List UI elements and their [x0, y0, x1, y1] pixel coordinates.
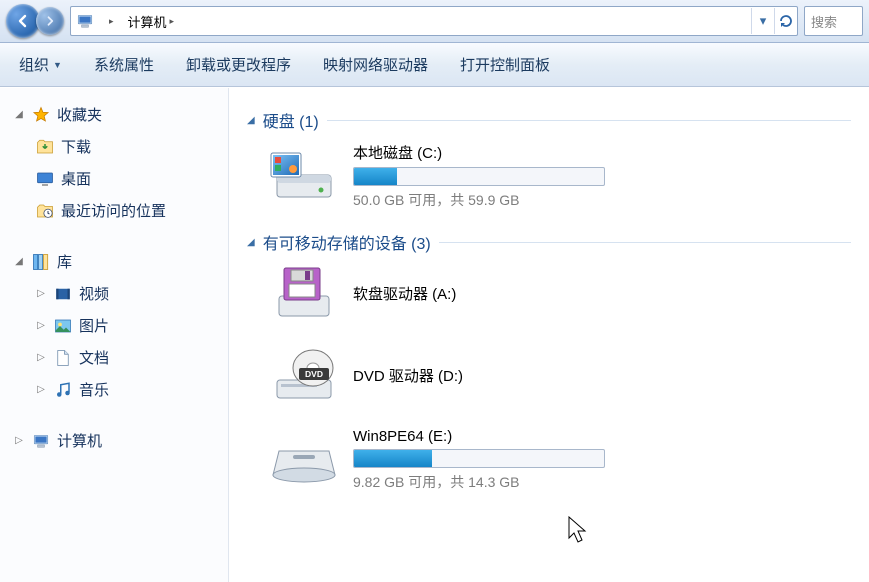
- drive-d[interactable]: DVD DVD 驱动器 (D:): [269, 346, 489, 404]
- sidebar-item-downloads[interactable]: 下载: [8, 131, 228, 162]
- breadcrumb-label: 计算机: [128, 12, 167, 31]
- back-button[interactable]: [6, 4, 40, 38]
- toolbar-system-properties[interactable]: 系统属性: [87, 51, 161, 78]
- forward-button[interactable]: [36, 7, 64, 35]
- drive-c[interactable]: 本地磁盘 (C:) 50.0 GB 可用，共 59.9 GB: [269, 142, 589, 210]
- breadcrumb-computer[interactable]: 计算机 ▸: [121, 7, 182, 35]
- collapse-icon[interactable]: ◢: [13, 109, 25, 120]
- removable-disk-icon: [269, 431, 339, 489]
- sidebar: ◢ 收藏夹 下载 桌面: [0, 88, 229, 582]
- breadcrumb-box[interactable]: ▸ 计算机 ▸ ▾: [70, 6, 798, 36]
- dvd-icon: DVD: [269, 346, 339, 404]
- hdd-icon: [269, 147, 339, 205]
- address-bar: ▸ 计算机 ▸ ▾ 搜索: [0, 0, 869, 43]
- group-header-hdd[interactable]: ◢ 硬盘 (1): [247, 108, 851, 132]
- search-input[interactable]: 搜索: [804, 6, 863, 36]
- group-header-removable[interactable]: ◢ 有可移动存储的设备 (3): [247, 230, 851, 254]
- drive-label: 本地磁盘 (C:): [353, 142, 605, 163]
- svg-text:DVD: DVD: [305, 369, 323, 379]
- computer-icon: [31, 431, 51, 451]
- search-placeholder: 搜索: [811, 12, 837, 31]
- documents-icon: [53, 348, 73, 368]
- drive-e[interactable]: Win8PE64 (E:) 9.82 GB 可用，共 14.3 GB: [269, 428, 589, 492]
- drive-usage-bar: [353, 449, 605, 468]
- sidebar-item-pictures[interactable]: ▷ 图片: [8, 310, 228, 341]
- content-pane: ◢ 硬盘 (1): [229, 88, 869, 582]
- collapse-icon[interactable]: ◢: [13, 256, 25, 267]
- toolbar-map-network-drive[interactable]: 映射网络驱动器: [316, 51, 435, 78]
- libraries-icon: [31, 252, 51, 272]
- sidebar-item-recent[interactable]: 最近访问的位置: [8, 195, 228, 226]
- expand-icon[interactable]: ▷: [35, 288, 47, 299]
- sidebar-item-videos[interactable]: ▷ 视频: [8, 278, 228, 309]
- breadcrumb-root[interactable]: ▸: [99, 7, 121, 35]
- drive-label: Win8PE64 (E:): [353, 428, 605, 445]
- sidebar-favorites[interactable]: ◢ 收藏夹: [8, 99, 228, 130]
- toolbar-open-control-panel[interactable]: 打开控制面板: [453, 51, 557, 78]
- drive-a[interactable]: 软盘驱动器 (A:): [269, 264, 589, 322]
- toolbar: 组织▼ 系统属性 卸载或更改程序 映射网络驱动器 打开控制面板: [0, 43, 869, 87]
- expand-icon[interactable]: ▷: [35, 352, 47, 363]
- sidebar-libraries[interactable]: ◢ 库: [8, 246, 228, 277]
- music-icon: [53, 380, 73, 400]
- drive-label: 软盘驱动器 (A:): [353, 283, 456, 304]
- sidebar-item-music[interactable]: ▷ 音乐: [8, 374, 228, 405]
- refresh-button[interactable]: [774, 8, 797, 34]
- recent-icon: [35, 201, 55, 221]
- folder-download-icon: [35, 137, 55, 157]
- expand-icon[interactable]: ▷: [35, 384, 47, 395]
- desktop-icon: [35, 169, 55, 189]
- computer-icon: [75, 11, 95, 31]
- drive-usage-text: 9.82 GB 可用，共 14.3 GB: [353, 472, 605, 492]
- address-dropdown[interactable]: ▾: [751, 8, 774, 34]
- drive-usage-text: 50.0 GB 可用，共 59.9 GB: [353, 190, 605, 210]
- sidebar-computer[interactable]: ▷ 计算机: [8, 425, 228, 456]
- expand-icon[interactable]: ▷: [13, 435, 25, 446]
- star-icon: [31, 105, 51, 125]
- pictures-icon: [53, 316, 73, 336]
- collapse-icon[interactable]: ◢: [247, 115, 255, 126]
- sidebar-item-documents[interactable]: ▷ 文档: [8, 342, 228, 373]
- drive-usage-bar: [353, 167, 605, 186]
- collapse-icon[interactable]: ◢: [247, 237, 255, 248]
- floppy-icon: [269, 264, 339, 322]
- toolbar-organize[interactable]: 组织▼: [12, 51, 69, 78]
- toolbar-uninstall-program[interactable]: 卸载或更改程序: [179, 51, 298, 78]
- drive-label: DVD 驱动器 (D:): [353, 365, 463, 386]
- expand-icon[interactable]: ▷: [35, 320, 47, 331]
- sidebar-item-desktop[interactable]: 桌面: [8, 163, 228, 194]
- video-icon: [53, 284, 73, 304]
